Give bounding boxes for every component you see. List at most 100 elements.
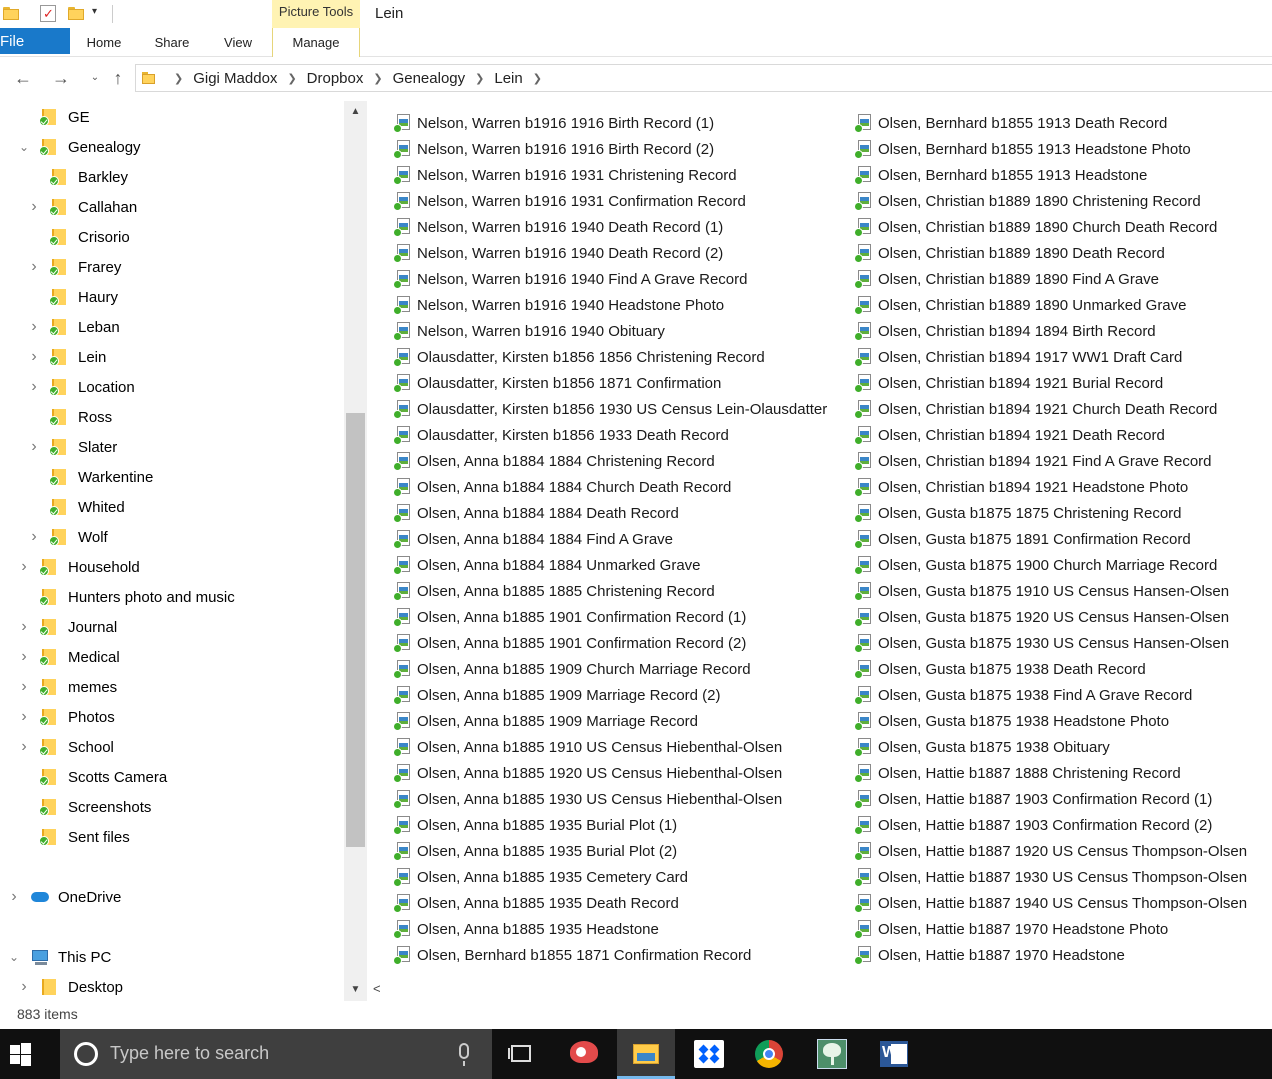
file-item[interactable]: Olsen, Hattie b1887 1903 Confirmation Re… — [854, 812, 1247, 838]
file-item[interactable]: Olsen, Christian b1889 1890 Christening … — [854, 188, 1247, 214]
nav-item[interactable]: › School — [18, 732, 114, 762]
file-item[interactable]: Olsen, Bernhard b1855 1913 Headstone Pho… — [854, 136, 1247, 162]
back-arrow-icon[interactable]: ← — [12, 67, 34, 89]
taskbar-search-box[interactable]: Type here to search — [60, 1029, 492, 1079]
file-item[interactable]: Nelson, Warren b1916 1940 Find A Grave R… — [393, 266, 827, 292]
file-item[interactable]: Nelson, Warren b1916 1916 Birth Record (… — [393, 136, 827, 162]
file-item[interactable]: Olausdatter, Kirsten b1856 1856 Christen… — [393, 344, 827, 370]
file-item[interactable]: Olsen, Christian b1889 1890 Unmarked Gra… — [854, 292, 1247, 318]
scroll-left-icon[interactable]: < — [373, 981, 381, 996]
family-tree-app-icon[interactable] — [803, 1029, 861, 1079]
new-folder-icon[interactable] — [68, 7, 84, 20]
nav-item[interactable]: › Wolf — [28, 522, 108, 552]
scroll-down-icon[interactable]: ▼ — [344, 981, 367, 999]
nav-item[interactable]: › Slater — [28, 432, 117, 462]
chevron-right-icon[interactable]: › — [18, 708, 30, 726]
file-item[interactable]: Olsen, Anna b1885 1901 Confirmation Reco… — [393, 630, 827, 656]
file-item[interactable]: Olsen, Bernhard b1855 1913 Death Record — [854, 110, 1247, 136]
file-item[interactable]: Nelson, Warren b1916 1940 Death Record (… — [393, 214, 827, 240]
navigation-pane-scrollbar[interactable]: ▲ ▼ — [344, 101, 367, 1001]
nav-item[interactable]: › Callahan — [28, 192, 137, 222]
nav-item[interactable]: › Frarey — [28, 252, 121, 282]
nav-item[interactable]: Haury — [28, 282, 118, 312]
cortana-icon[interactable] — [74, 1042, 98, 1066]
breadcrumb-item[interactable]: Lein — [494, 70, 522, 87]
file-item[interactable]: Olsen, Christian b1889 1890 Church Death… — [854, 214, 1247, 240]
scroll-up-icon[interactable]: ▲ — [344, 103, 367, 121]
file-explorer-icon[interactable] — [617, 1029, 675, 1079]
forward-arrow-icon[interactable]: → — [50, 67, 72, 89]
file-item[interactable]: Olsen, Bernhard b1855 1913 Headstone — [854, 162, 1247, 188]
file-item[interactable]: Olsen, Hattie b1887 1903 Confirmation Re… — [854, 786, 1247, 812]
nav-item[interactable]: ⌄ Genealogy — [18, 132, 141, 162]
file-item[interactable]: Olsen, Anna b1884 1884 Death Record — [393, 500, 827, 526]
file-item[interactable]: Olsen, Gusta b1875 1930 US Census Hansen… — [854, 630, 1247, 656]
word-icon[interactable]: W — [865, 1029, 923, 1079]
chevron-right-icon[interactable]: › — [28, 378, 40, 396]
file-item[interactable]: Olsen, Anna b1885 1910 US Census Hiebent… — [393, 734, 827, 760]
tab-view[interactable]: View — [206, 28, 270, 57]
chrome-icon[interactable] — [740, 1029, 798, 1079]
file-item[interactable]: Nelson, Warren b1916 1940 Obituary — [393, 318, 827, 344]
properties-icon[interactable]: ✓ — [40, 5, 56, 22]
file-item[interactable]: Olsen, Christian b1894 1921 Death Record — [854, 422, 1247, 448]
nav-item[interactable]: Scotts Camera — [18, 762, 167, 792]
file-item[interactable]: Olsen, Hattie b1887 1940 US Census Thomp… — [854, 890, 1247, 916]
chevron-down-icon[interactable]: ⌄ — [8, 950, 20, 964]
chevron-right-icon[interactable]: › — [28, 528, 40, 546]
nav-item[interactable]: › Desktop — [18, 972, 123, 1001]
file-item[interactable]: Olsen, Christian b1894 1921 Headstone Ph… — [854, 474, 1247, 500]
nav-item[interactable]: › Photos — [18, 702, 115, 732]
file-item[interactable]: Olsen, Christian b1894 1921 Burial Recor… — [854, 370, 1247, 396]
file-item[interactable]: Olsen, Anna b1885 1909 Marriage Record (… — [393, 682, 827, 708]
file-item[interactable]: Olsen, Anna b1885 1935 Burial Plot (1) — [393, 812, 827, 838]
nav-item[interactable]: › Leban — [28, 312, 120, 342]
nav-item[interactable]: Warkentine — [28, 462, 153, 492]
file-item[interactable]: Olsen, Hattie b1887 1888 Christening Rec… — [854, 760, 1247, 786]
file-item[interactable]: Nelson, Warren b1916 1931 Christening Re… — [393, 162, 827, 188]
file-item[interactable]: Olsen, Anna b1885 1909 Church Marriage R… — [393, 656, 827, 682]
chevron-right-icon[interactable]: › — [18, 738, 30, 756]
tab-manage[interactable]: Manage — [272, 28, 360, 57]
file-item[interactable]: Olsen, Anna b1885 1930 US Census Hiebent… — [393, 786, 827, 812]
file-item[interactable]: Olsen, Christian b1889 1890 Find A Grave — [854, 266, 1247, 292]
chevron-right-icon[interactable]: › — [28, 318, 40, 336]
file-item[interactable]: Olsen, Anna b1884 1884 Find A Grave — [393, 526, 827, 552]
file-item[interactable]: Olsen, Gusta b1875 1938 Obituary — [854, 734, 1247, 760]
file-item[interactable]: Olsen, Gusta b1875 1938 Find A Grave Rec… — [854, 682, 1247, 708]
windows-start-icon[interactable] — [10, 1041, 40, 1067]
breadcrumb-item[interactable]: Gigi Maddox — [193, 70, 277, 87]
nav-item[interactable]: Screenshots — [18, 792, 151, 822]
chevron-right-icon[interactable]: › — [18, 558, 30, 576]
microphone-icon[interactable] — [459, 1043, 469, 1059]
chevron-right-icon[interactable]: › — [18, 648, 30, 666]
file-item[interactable]: Olsen, Hattie b1887 1970 Headstone — [854, 942, 1247, 968]
file-item[interactable]: Olsen, Christian b1894 1921 Find A Grave… — [854, 448, 1247, 474]
file-item[interactable]: Olsen, Christian b1889 1890 Death Record — [854, 240, 1247, 266]
breadcrumb-separator-icon[interactable]: ❯ — [287, 72, 296, 85]
nav-item[interactable]: Sent files — [18, 822, 130, 852]
breadcrumb-separator-icon[interactable]: ❯ — [174, 72, 183, 85]
chevron-right-icon[interactable]: › — [28, 348, 40, 366]
file-item[interactable]: Olsen, Gusta b1875 1891 Confirmation Rec… — [854, 526, 1247, 552]
up-arrow-icon[interactable]: ↑ — [107, 67, 129, 89]
file-item[interactable]: Olsen, Gusta b1875 1875 Christening Reco… — [854, 500, 1247, 526]
customize-toolbar-dropdown-icon[interactable]: ▾ — [92, 6, 97, 17]
file-item[interactable]: Olsen, Bernhard b1855 1871 Confirmation … — [393, 942, 827, 968]
nav-item[interactable]: › Medical — [18, 642, 120, 672]
file-item[interactable]: Olsen, Gusta b1875 1938 Death Record — [854, 656, 1247, 682]
breadcrumb-separator-icon[interactable]: ❯ — [533, 72, 542, 85]
nav-item[interactable]: ⌄ This PC — [8, 942, 111, 972]
file-item[interactable]: Olsen, Anna b1885 1935 Cemetery Card — [393, 864, 827, 890]
chevron-right-icon[interactable]: › — [18, 618, 30, 636]
tab-share[interactable]: Share — [138, 28, 206, 57]
task-view-icon[interactable] — [492, 1029, 550, 1079]
nav-item[interactable]: › Household — [18, 552, 140, 582]
breadcrumb-separator-icon[interactable]: ❯ — [373, 72, 382, 85]
file-item[interactable]: Olsen, Anna b1885 1935 Death Record — [393, 890, 827, 916]
nav-item[interactable]: Whited — [28, 492, 125, 522]
nav-item[interactable]: GE — [18, 102, 90, 132]
file-item[interactable]: Olsen, Gusta b1875 1920 US Census Hansen… — [854, 604, 1247, 630]
nav-item[interactable]: Crisorio — [28, 222, 130, 252]
file-item[interactable]: Olsen, Christian b1894 1917 WW1 Draft Ca… — [854, 344, 1247, 370]
